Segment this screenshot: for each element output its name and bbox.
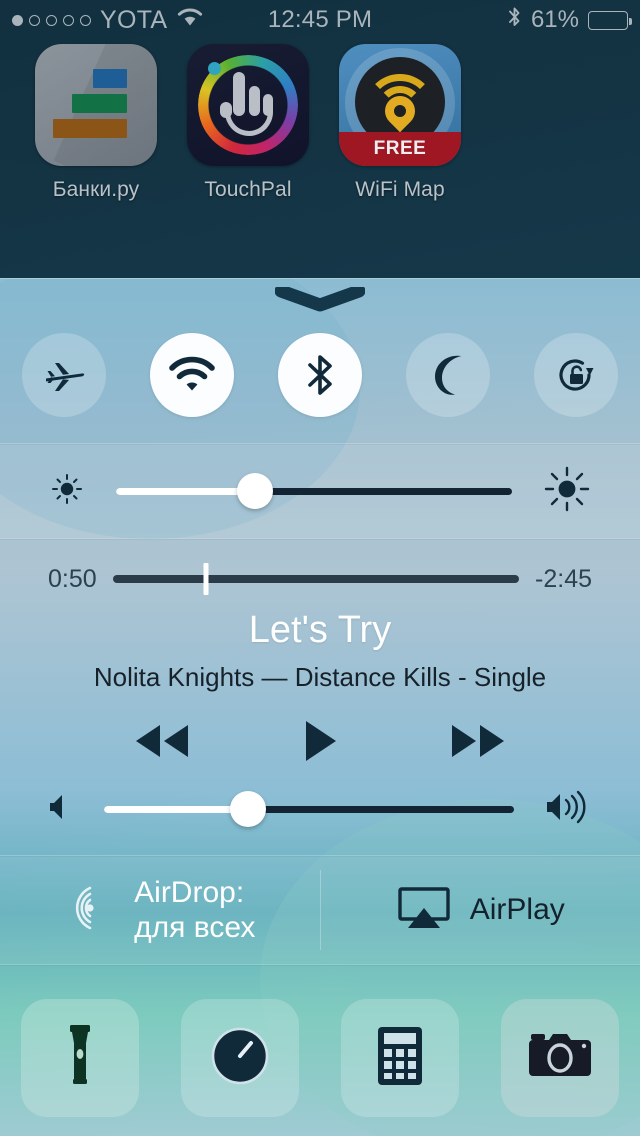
volume-low-icon <box>48 791 74 828</box>
progress-row: 0:50 -2:45 <box>0 557 640 601</box>
rotation-lock-toggle[interactable] <box>534 333 618 417</box>
volume-slider-thumb[interactable] <box>229 791 266 827</box>
app-label: Банки.ру <box>52 178 140 201</box>
airdrop-icon <box>64 882 116 939</box>
brightness-high-icon <box>542 464 592 519</box>
wifi-map-app-icon[interactable]: FREE <box>339 44 461 166</box>
app-wifi-map[interactable]: FREE WiFi Map <box>324 44 476 224</box>
flashlight-icon <box>60 1023 100 1094</box>
airplay-icon <box>396 886 452 935</box>
app-touchpal[interactable]: TouchPal <box>172 44 324 224</box>
airdrop-title: AirDrop: <box>134 875 245 909</box>
playhead[interactable] <box>203 563 209 595</box>
carrier-label: YOTA <box>100 5 168 34</box>
volume-high-icon <box>544 788 592 831</box>
app-label: WiFi Map <box>355 178 445 201</box>
battery-percent-label: 61% <box>530 6 579 33</box>
control-center-panel: 0:50 -2:45 Let's Try Nolita Knights — Di… <box>0 278 640 1136</box>
play-button[interactable] <box>300 717 340 770</box>
remaining-time: -2:45 <box>535 564 592 593</box>
brightness-slider[interactable] <box>116 469 512 513</box>
calculator-button[interactable] <box>341 999 459 1117</box>
bluetooth-toggle[interactable] <box>278 333 362 417</box>
track-title: Let's Try <box>248 609 392 651</box>
wifi-icon <box>176 6 204 34</box>
playback-progress-bar[interactable] <box>112 563 520 595</box>
do-not-disturb-toggle[interactable] <box>406 333 490 417</box>
brightness-slider-thumb[interactable] <box>236 473 273 509</box>
status-bar: YOTA 12:45 PM 61% <box>0 0 640 40</box>
timer-button[interactable] <box>181 999 299 1117</box>
app-banki-ru[interactable]: Банки.ру <box>20 44 172 224</box>
transport-controls <box>0 713 640 773</box>
battery-icon <box>588 10 632 30</box>
volume-slider[interactable] <box>104 787 514 831</box>
airplay-label: AirPlay <box>469 893 565 926</box>
bluetooth-icon <box>507 5 522 36</box>
airplay-button[interactable]: AirPlay <box>321 856 640 964</box>
airdrop-airplay-row: AirDrop: для всех AirPlay <box>0 856 640 964</box>
brightness-row <box>0 444 640 538</box>
airplane-mode-toggle[interactable] <box>22 333 106 417</box>
status-bar-left: YOTA <box>12 6 204 35</box>
camera-button[interactable] <box>501 999 619 1117</box>
bluetooth-icon <box>304 351 336 399</box>
wifi-toggle[interactable] <box>150 333 234 417</box>
signal-strength-dots <box>12 14 91 26</box>
calculator-icon <box>376 1025 424 1092</box>
status-bar-right: 61% <box>507 5 632 36</box>
next-track-button[interactable] <box>446 719 510 768</box>
track-artist: Nolita Knights — Distance Kills - Single <box>93 662 547 692</box>
free-badge-label: FREE <box>373 138 427 159</box>
airplane-icon <box>42 353 86 397</box>
volume-row <box>0 773 640 845</box>
moon-icon <box>428 354 468 396</box>
previous-track-button[interactable] <box>130 719 194 768</box>
brightness-low-icon <box>48 470 86 513</box>
timer-icon <box>209 1025 271 1092</box>
home-screen-app-grid: Банки.ру TouchPal FREE WiFi Map <box>0 44 640 224</box>
grabber-handle[interactable] <box>0 287 640 313</box>
media-player: 0:50 -2:45 Let's Try Nolita Knights — Di… <box>0 539 640 855</box>
camera-icon <box>527 1030 593 1087</box>
airdrop-button[interactable]: AirDrop: для всех <box>0 856 320 964</box>
shortcuts-row <box>0 965 640 1136</box>
rotation-lock-icon <box>553 352 599 398</box>
app-label: TouchPal <box>204 178 292 201</box>
airdrop-label: AirDrop: для всех <box>134 875 255 946</box>
flashlight-button[interactable] <box>21 999 139 1117</box>
elapsed-time: 0:50 <box>48 564 97 593</box>
airdrop-value: для всех <box>134 911 256 944</box>
free-badge: FREE <box>339 132 461 166</box>
wifi-icon <box>168 355 216 395</box>
touchpal-app-icon[interactable] <box>187 44 309 166</box>
banki-ru-app-icon[interactable] <box>35 44 157 166</box>
